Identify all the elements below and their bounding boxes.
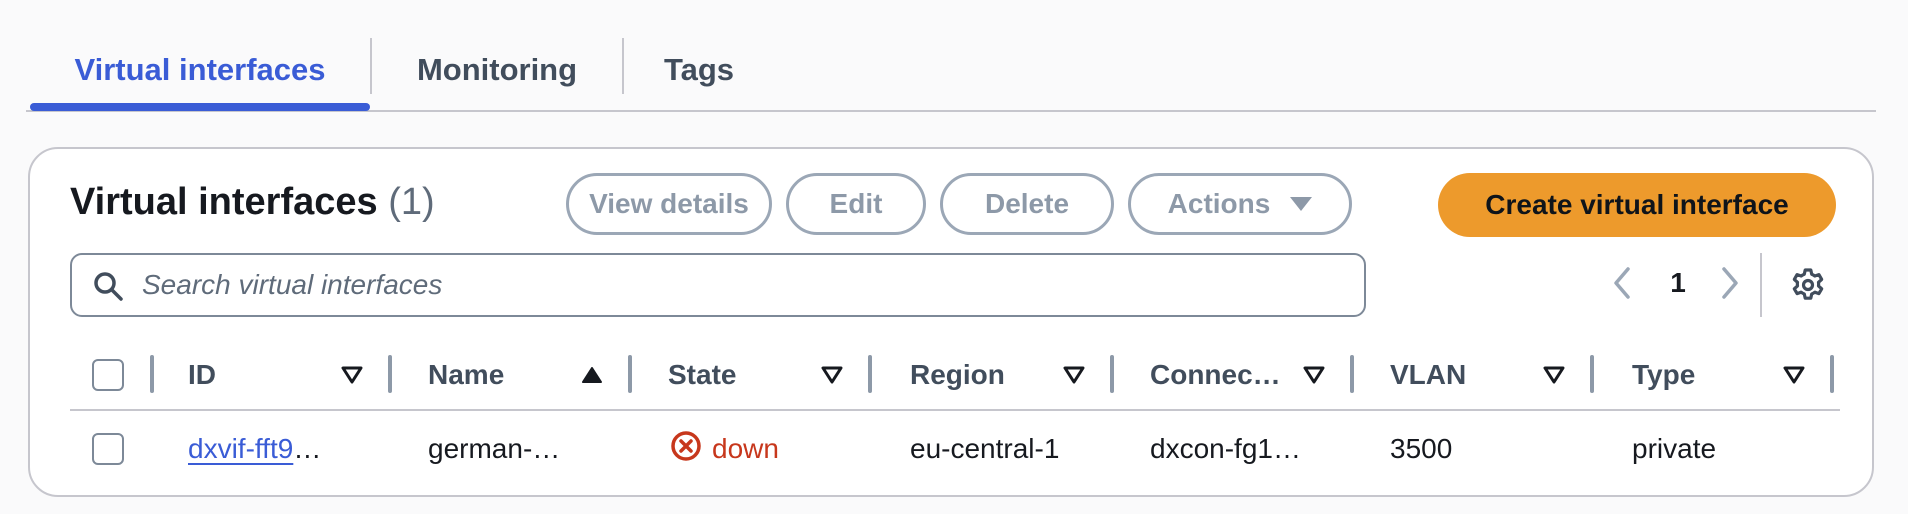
- column-divider: [388, 355, 392, 393]
- cell-vlan: 3500: [1390, 433, 1453, 464]
- caret-down-outline-icon[interactable]: [1782, 365, 1806, 390]
- caret-down-outline-icon[interactable]: [1542, 365, 1566, 390]
- caret-down-outline-icon[interactable]: [1062, 365, 1086, 390]
- tab-monitoring[interactable]: Monitoring: [372, 40, 622, 100]
- chevron-right-icon[interactable]: [1716, 265, 1744, 306]
- column-header-name[interactable]: Name: [428, 339, 568, 411]
- tab-tags[interactable]: Tags: [624, 40, 774, 100]
- cell-region: eu-central-1: [910, 433, 1060, 464]
- panel-title-text: Virtual interfaces: [70, 181, 378, 223]
- column-header-region[interactable]: Region: [910, 339, 1050, 411]
- pagination-divider: [1760, 253, 1762, 317]
- column-header-type[interactable]: Type: [1632, 339, 1772, 411]
- actions-label: Actions: [1167, 188, 1271, 219]
- edit-label: Edit: [829, 188, 883, 219]
- caret-down-outline-icon[interactable]: [1302, 365, 1326, 390]
- truncation-ellipsis: …: [293, 433, 322, 464]
- gear-icon[interactable]: [1790, 267, 1826, 308]
- x-circle-icon: [670, 430, 702, 469]
- column-label: VLAN: [1390, 359, 1467, 390]
- column-label: Connec…: [1150, 359, 1281, 390]
- interface-id-link[interactable]: dxvif-fft9: [188, 433, 293, 465]
- caret-down-outline-icon[interactable]: [340, 365, 364, 390]
- column-header-vlan[interactable]: VLAN: [1390, 339, 1530, 411]
- column-label: Region: [910, 359, 1005, 390]
- row-select-checkbox[interactable]: [92, 433, 124, 465]
- column-label: ID: [188, 359, 216, 390]
- cell-name: german-…: [428, 433, 561, 464]
- column-divider: [628, 355, 632, 393]
- column-divider: [868, 355, 872, 393]
- delete-label: Delete: [984, 188, 1070, 219]
- column-divider: [1590, 355, 1594, 393]
- table-header: ID Name State Region Connec… VLAN Type: [70, 339, 1840, 411]
- search-icon: [92, 270, 124, 307]
- cell-type: private: [1632, 433, 1717, 464]
- chevron-left-icon[interactable]: [1608, 265, 1636, 306]
- column-divider: [1830, 355, 1834, 393]
- column-divider: [150, 355, 154, 393]
- search-input[interactable]: [142, 263, 1342, 307]
- page-number[interactable]: 1: [1658, 263, 1698, 303]
- column-header-connection[interactable]: Connec…: [1150, 339, 1300, 411]
- cell-connection: dxcon-fg1…: [1150, 433, 1301, 464]
- create-label: Create virtual interface: [1485, 189, 1789, 220]
- panel-title: Virtual interfaces (1): [70, 181, 435, 224]
- active-tab-indicator: [30, 103, 370, 111]
- create-virtual-interface-button[interactable]: Create virtual interface: [1438, 173, 1836, 237]
- actions-dropdown-button[interactable]: Actions: [1128, 173, 1352, 235]
- table-row[interactable]: dxvif-fft9… german-… down eu-central-1 d…: [70, 413, 1840, 485]
- delete-button[interactable]: Delete: [940, 173, 1114, 235]
- item-count: (1): [388, 181, 435, 223]
- cell-state: down: [670, 413, 779, 485]
- virtual-interfaces-panel: Virtual interfaces (1) View details Edit…: [28, 147, 1874, 497]
- column-label: Name: [428, 359, 505, 390]
- caret-up-filled-icon[interactable]: [580, 365, 604, 390]
- select-all-checkbox[interactable]: [92, 359, 124, 391]
- column-header-id[interactable]: ID: [188, 339, 328, 411]
- tab-bar: Virtual interfaces Monitoring Tags: [26, 30, 1876, 112]
- column-label: Type: [1632, 359, 1696, 390]
- column-divider: [1350, 355, 1354, 393]
- caret-down-outline-icon[interactable]: [820, 365, 844, 390]
- state-text: down: [712, 433, 779, 464]
- column-label: State: [668, 359, 737, 390]
- edit-button[interactable]: Edit: [786, 173, 926, 235]
- view-details-button[interactable]: View details: [566, 173, 772, 235]
- column-divider: [1110, 355, 1114, 393]
- cell-id: dxvif-fft9…: [188, 413, 321, 485]
- view-details-label: View details: [589, 188, 749, 219]
- caret-down-icon: [1290, 197, 1313, 211]
- column-header-state[interactable]: State: [668, 339, 808, 411]
- tab-virtual-interfaces[interactable]: Virtual interfaces: [30, 40, 370, 100]
- search-box: [70, 253, 1366, 317]
